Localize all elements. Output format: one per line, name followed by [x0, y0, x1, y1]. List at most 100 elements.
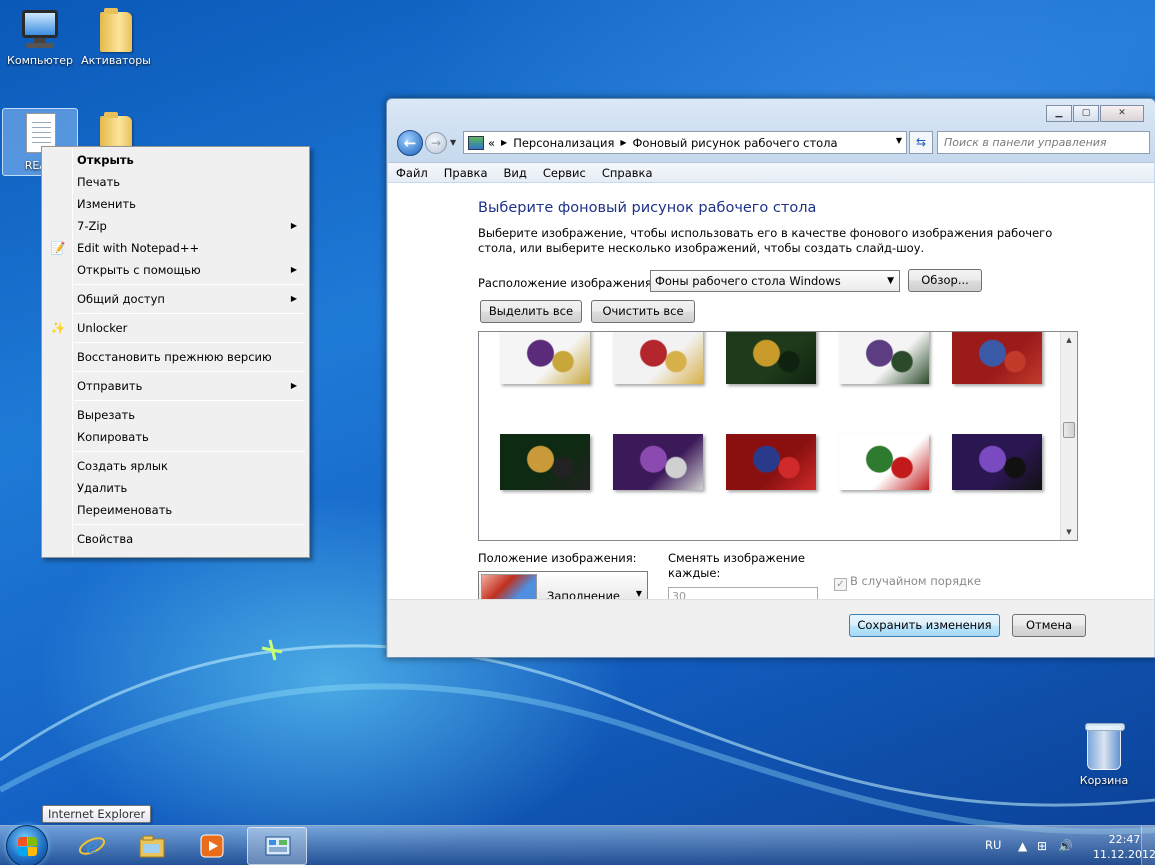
wallpaper-thumbnail[interactable]: [500, 332, 590, 384]
breadcrumb-desktop-background[interactable]: Фоновый рисунок рабочего стола: [633, 136, 838, 150]
desktop-icon-activators[interactable]: Активаторы: [78, 4, 154, 67]
checkmark-icon: ✓: [834, 578, 847, 591]
wallpaper-thumbnail[interactable]: [952, 332, 1042, 384]
wallpaper-thumbnail[interactable]: [726, 434, 816, 490]
menu-help[interactable]: Справка: [594, 163, 661, 182]
menu-file[interactable]: Файл: [388, 163, 436, 182]
context-menu-item[interactable]: Общий доступ ▶: [44, 288, 307, 310]
menu-bar: Файл Правка Вид Сервис Справка: [388, 162, 1154, 182]
context-menu-item[interactable]: Печать: [44, 171, 307, 193]
taskbar-internet-explorer[interactable]: e: [62, 827, 122, 865]
context-menu-item[interactable]: Переименовать: [44, 499, 307, 521]
context-menu-item[interactable]: Вырезать: [44, 404, 307, 426]
wallpaper-thumbnail[interactable]: [839, 332, 929, 384]
context-menu-item-label: Общий доступ: [77, 292, 165, 306]
cancel-button[interactable]: Отмена: [1012, 614, 1086, 637]
desktop-icon-computer[interactable]: Компьютер: [2, 4, 78, 67]
menu-view[interactable]: Вид: [496, 163, 535, 182]
wallpaper-thumbnail[interactable]: [839, 434, 929, 490]
wallpaper-thumbnail[interactable]: [613, 434, 703, 490]
interval-select[interactable]: 30: [668, 587, 818, 599]
context-menu-item-label: Восстановить прежнюю версию: [77, 350, 272, 364]
location-value: Фоны рабочего стола Windows: [655, 274, 841, 288]
forward-button[interactable]: →: [425, 132, 447, 154]
network-icon[interactable]: ⊞: [1037, 839, 1047, 853]
address-bar[interactable]: « ▶ Персонализация ▶ Фоновый рисунок раб…: [463, 131, 907, 154]
context-menu-item-label: Edit with Notepad++: [77, 241, 200, 255]
breadcrumb-personalization[interactable]: Персонализация: [513, 136, 614, 150]
chevron-right-icon[interactable]: ▶: [620, 138, 626, 147]
wallpaper-thumbnail[interactable]: [952, 434, 1042, 490]
wallpaper-thumbnail[interactable]: [726, 332, 816, 384]
context-menu-item[interactable]: 7-Zip ▶: [44, 215, 307, 237]
menu-separator: [74, 524, 305, 525]
context-menu-item[interactable]: Удалить: [44, 477, 307, 499]
location-select[interactable]: Фоны рабочего стола Windows ▼: [650, 270, 900, 292]
context-menu-item-label: Открыть: [77, 153, 134, 167]
scroll-down-icon[interactable]: ▼: [1061, 524, 1077, 540]
desktop-icon-label: Активаторы: [81, 54, 151, 67]
context-menu-item[interactable]: ✨ Unlocker: [44, 317, 307, 339]
unlocker-wand-icon: ✨: [50, 321, 66, 335]
taskbar-media-player[interactable]: [182, 827, 242, 865]
taskbar: e RU ▲ ⊞ 🔊 22:47 11.12.2012: [0, 825, 1155, 865]
page-description: Выберите изображение, чтобы использовать…: [478, 226, 1053, 255]
submenu-arrow-icon: ▶: [290, 294, 297, 303]
scroll-up-icon[interactable]: ▲: [1061, 332, 1077, 348]
control-panel-icon: [468, 135, 484, 150]
position-preview-image: [481, 574, 537, 599]
chevron-down-icon: ▼: [635, 589, 642, 598]
desktop-icon-recycle-bin[interactable]: Корзина: [1074, 723, 1134, 787]
address-dropdown-icon[interactable]: ▼: [896, 136, 902, 145]
start-button[interactable]: [6, 825, 48, 865]
breadcrumb-overflow[interactable]: «: [488, 136, 495, 150]
context-menu-item[interactable]: Свойства: [44, 528, 307, 550]
context-menu-item[interactable]: Открыть с помощью ▶: [44, 259, 307, 281]
menu-separator: [74, 451, 305, 452]
context-menu-item[interactable]: Создать ярлык: [44, 455, 307, 477]
language-indicator[interactable]: RU: [985, 838, 1001, 852]
windows-logo-icon: [18, 837, 38, 857]
windows-explorer-icon: [139, 835, 165, 858]
chevron-right-icon[interactable]: ▶: [501, 138, 507, 147]
shuffle-checkbox[interactable]: ✓ В случайном порядке: [834, 574, 981, 591]
menu-tools[interactable]: Сервис: [535, 163, 594, 182]
position-value: Заполнение: [547, 589, 620, 599]
search-input[interactable]: Поиск в панели управления: [937, 131, 1150, 154]
context-menu-item-label: Вырезать: [77, 408, 135, 422]
back-arrow-icon: ←: [403, 134, 417, 152]
context-menu-item[interactable]: Открыть: [44, 149, 307, 171]
context-menu-item-label: 7-Zip: [77, 219, 107, 233]
position-select[interactable]: Заполнение ▼: [478, 571, 648, 599]
wallpaper-thumbnail[interactable]: [613, 332, 703, 384]
menu-edit[interactable]: Правка: [436, 163, 496, 182]
show-hidden-icons-icon[interactable]: ▲: [1018, 839, 1027, 853]
wallpaper-thumbnail[interactable]: [500, 434, 590, 490]
taskbar-control-panel[interactable]: [247, 827, 307, 865]
save-changes-button[interactable]: Сохранить изменения: [849, 614, 1000, 637]
context-menu-item-label: Создать ярлык: [77, 459, 168, 473]
gallery-scrollbar[interactable]: ▲ ▼: [1060, 332, 1077, 540]
dialog-footer: Сохранить изменения Отмена: [388, 599, 1154, 657]
browse-button[interactable]: Обзор...: [908, 269, 982, 292]
context-menu-item[interactable]: Восстановить прежнюю версию: [44, 346, 307, 368]
maximize-button[interactable]: ▢: [1073, 105, 1099, 122]
show-desktop-button[interactable]: [1141, 826, 1155, 865]
context-menu-item[interactable]: 📝 Edit with Notepad++: [44, 237, 307, 259]
clear-all-button[interactable]: Очистить все: [591, 300, 695, 323]
select-all-button[interactable]: Выделить все: [480, 300, 582, 323]
close-button[interactable]: ✕: [1100, 105, 1144, 122]
context-menu-item[interactable]: Изменить: [44, 193, 307, 215]
refresh-button[interactable]: ⇆: [909, 131, 933, 154]
submenu-arrow-icon: ▶: [290, 265, 297, 274]
recent-pages-dropdown[interactable]: ▼: [450, 138, 456, 147]
taskbar-explorer[interactable]: [122, 827, 182, 865]
scrollbar-thumb[interactable]: [1063, 422, 1075, 438]
back-button[interactable]: ←: [397, 130, 423, 156]
minimize-button[interactable]: ▁: [1046, 105, 1072, 122]
context-menu-item[interactable]: Отправить ▶: [44, 375, 307, 397]
control-panel-icon: [265, 836, 291, 856]
context-menu-item[interactable]: Копировать: [44, 426, 307, 448]
volume-icon[interactable]: 🔊: [1058, 839, 1073, 853]
wallpaper-gallery: ▲ ▼: [478, 331, 1078, 541]
